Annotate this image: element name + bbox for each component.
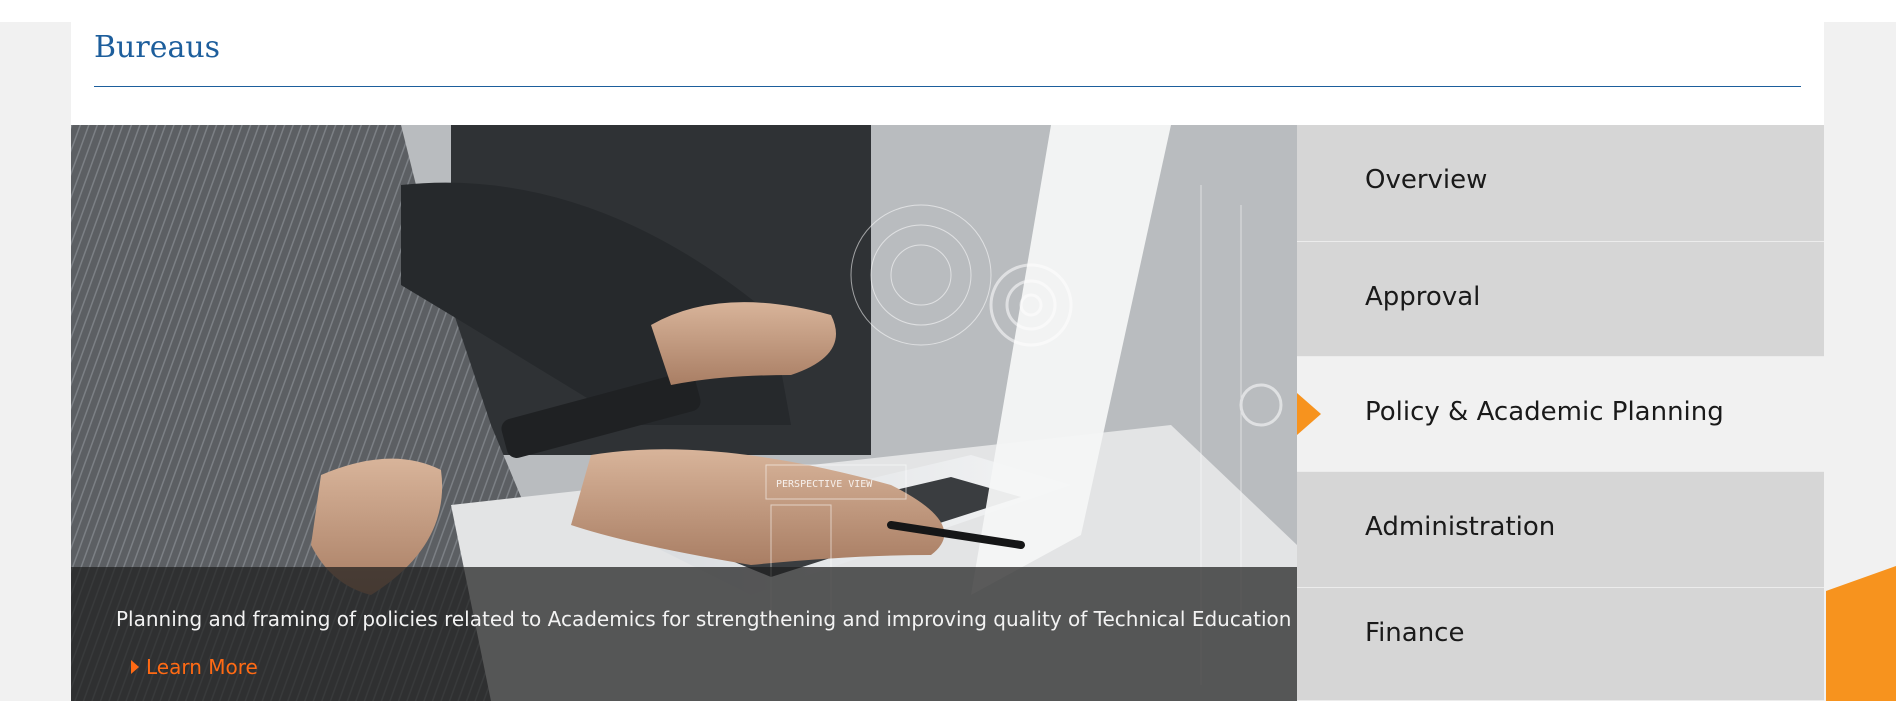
menu-item-administration[interactable]: Administration	[1297, 472, 1824, 588]
decorative-orange-shape	[1826, 566, 1896, 701]
menu-item-label: Policy & Academic Planning	[1365, 397, 1724, 427]
hero-caption: Planning and framing of policies related…	[116, 607, 1292, 631]
caret-right-icon	[131, 660, 139, 674]
caption-bar: Planning and framing of policies related…	[71, 567, 1297, 701]
section-title: Bureaus	[94, 30, 221, 65]
menu-item-overview[interactable]: Overview	[1297, 125, 1824, 242]
menu-item-label: Approval	[1365, 282, 1481, 312]
menu-item-finance[interactable]: Finance	[1297, 588, 1824, 701]
title-divider	[94, 86, 1801, 87]
menu-item-approval[interactable]: Approval	[1297, 242, 1824, 357]
overlay-text: PERSPECTIVE VIEW	[776, 479, 873, 490]
page: Bureaus PERSPECTIVE VIEW Planning and fr…	[0, 0, 1896, 701]
menu-item-label: Administration	[1365, 512, 1556, 542]
menu-item-label: Finance	[1365, 618, 1465, 648]
active-arrow-icon	[1297, 393, 1321, 435]
menu-item-label: Overview	[1365, 165, 1488, 195]
hero-image-panel: PERSPECTIVE VIEW Planning and framing of…	[71, 125, 1297, 701]
bureaus-section: Bureaus PERSPECTIVE VIEW Planning and fr…	[71, 0, 1824, 701]
menu-item-policy-academic-planning[interactable]: Policy & Academic Planning	[1297, 357, 1824, 472]
learn-more-label: Learn More	[146, 655, 258, 679]
learn-more-link[interactable]: Learn More	[131, 655, 258, 679]
bureaus-menu: Overview Approval Policy & Academic Plan…	[1297, 125, 1824, 701]
